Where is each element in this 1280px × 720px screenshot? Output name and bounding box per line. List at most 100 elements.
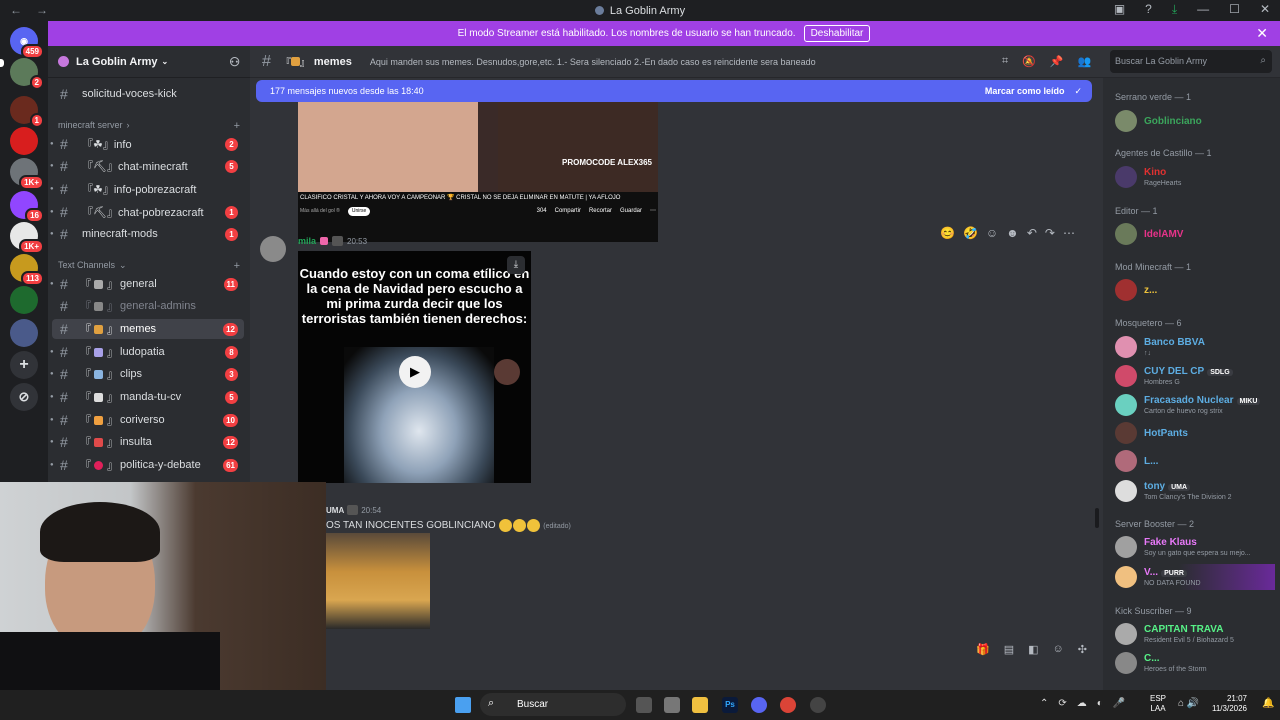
download-icon[interactable]: ⤓	[507, 256, 525, 274]
category-text-channels[interactable]: Text Channels ⌄ +	[58, 260, 240, 272]
discover-icon[interactable]: ⊘	[10, 383, 38, 411]
channel-chat-pobrezacraft[interactable]: ● # 『⛏』chat-pobrezacraft 1	[50, 202, 244, 222]
microphone-icon[interactable]: 🎤	[1113, 698, 1125, 709]
banner-close-icon[interactable]: ✕	[1256, 25, 1268, 42]
guild-icon-gray[interactable]: 1K+	[10, 158, 44, 190]
guild-icon-white[interactable]: 1K+	[10, 222, 44, 254]
start-icon[interactable]	[455, 697, 471, 713]
guild-icon-red[interactable]	[10, 127, 38, 155]
tray-app-icon[interactable]: ⟳	[1058, 698, 1066, 709]
invite-icon[interactable]: ⚇	[229, 55, 240, 69]
member-item[interactable]: L...	[1115, 448, 1275, 474]
guild-icon-twitch[interactable]: 16	[10, 191, 44, 223]
guild-icon-valle[interactable]: 1	[10, 96, 44, 128]
minimize-icon[interactable]: —	[1197, 2, 1209, 17]
image-attachment[interactable]	[326, 533, 430, 629]
disable-button[interactable]: Deshabilitar	[803, 25, 871, 42]
notifications-icon[interactable]: 🔔	[1262, 698, 1274, 709]
chevron-up-icon[interactable]: ⌃	[1040, 698, 1048, 709]
maximize-icon[interactable]: ☐	[1229, 2, 1240, 17]
member-item[interactable]: V... PURR NO DATA FOUND	[1115, 564, 1275, 590]
task-view-icon[interactable]	[636, 697, 652, 713]
guild-icon-goblin[interactable]: 2	[10, 58, 44, 90]
author-tag[interactable]: UMA	[326, 506, 344, 515]
channel-manda-tu-cv[interactable]: ● # 『』 manda-tu-cv 5	[50, 387, 244, 407]
member-item[interactable]: CAPITAN TRAVA Resident Evil 5 / Biohazard…	[1115, 621, 1275, 647]
member-item[interactable]: C... Heroes of the Storm	[1115, 650, 1275, 676]
channel-general-admins[interactable]: # 『』 general-admins	[52, 296, 244, 316]
taskbar-search[interactable]: ⌕ Buscar	[480, 693, 626, 716]
add-reaction-icon[interactable]: ☻	[1006, 226, 1019, 240]
tray-app-icon[interactable]: ☁	[1077, 698, 1087, 709]
apps-icon[interactable]: ✣	[1078, 643, 1087, 656]
back-arrow-icon[interactable]: ←	[10, 3, 22, 17]
new-messages-bar[interactable]: 177 mensajes nuevos desde las 18:40 Marc…	[256, 80, 1092, 102]
channel-general[interactable]: ● # 『』 general 11	[50, 274, 244, 294]
channel-memes[interactable]: # 『』 memes 12	[52, 319, 244, 339]
chrome-icon[interactable]	[780, 697, 796, 713]
play-icon[interactable]: ▶	[399, 356, 431, 388]
reaction-emoji-icon[interactable]: 😊	[940, 226, 955, 240]
network-volume-icons[interactable]: ⌂ 🔊	[1178, 698, 1199, 709]
member-item[interactable]: IdelAMV	[1115, 221, 1275, 247]
channel-coriverso[interactable]: ● # 『』 coriverso 10	[50, 410, 244, 430]
notifications-muted-icon[interactable]: 🔕	[1022, 55, 1036, 68]
download-icon[interactable]: ⤓	[1172, 2, 1177, 17]
member-item[interactable]: z...	[1115, 277, 1275, 303]
clock[interactable]: 21:07 11/3/2026	[1212, 694, 1247, 714]
add-channel-icon[interactable]: +	[234, 120, 240, 132]
channel-topic[interactable]: Aqui manden sus memes. Desnudos,gore,etc…	[370, 57, 816, 67]
channel-politica-y-debate[interactable]: ● # 『』 politica-y-debate 61	[50, 455, 244, 475]
reaction-custom-icon[interactable]: ☺	[986, 226, 998, 240]
photoshop-icon[interactable]: Ps	[722, 697, 738, 713]
gif-icon[interactable]: ▤	[1004, 643, 1014, 656]
channel-clips[interactable]: ● # 『』 clips 3	[50, 364, 244, 384]
video-attachment[interactable]: Cuando estoy con un coma etílico en la c…	[298, 251, 531, 483]
mark-as-read-button[interactable]: Marcar como leído	[985, 86, 1065, 96]
youtube-embed-image[interactable]: PROMOCODE ALEX365 CLASIFICO CRISTAL Y AH…	[298, 102, 658, 242]
forward-arrow-icon[interactable]: →	[36, 3, 48, 17]
emoji-picker-icon[interactable]: ☺	[1053, 643, 1064, 656]
sticker-icon[interactable]: ◧	[1028, 643, 1038, 656]
member-item[interactable]: Goblinciano	[1115, 108, 1275, 134]
search-input[interactable]: Buscar La Goblin Army ⌕	[1110, 50, 1272, 73]
gift-icon[interactable]: 🎁	[976, 643, 990, 656]
app-icon-2[interactable]	[810, 697, 826, 713]
author-name[interactable]: mila	[298, 236, 316, 246]
reaction-laugh-icon[interactable]: 🤣	[963, 226, 978, 240]
help-icon[interactable]: ?	[1145, 2, 1152, 17]
more-options-icon[interactable]: ⋯	[1063, 226, 1075, 240]
discord-home-icon[interactable]: ◉ 459	[10, 27, 44, 59]
guild-icon-blue[interactable]	[10, 319, 38, 347]
channel-info-pobrezacraft[interactable]: ● # 『☘』info-pobrezacraft	[50, 179, 244, 199]
discord-taskbar-icon[interactable]	[751, 697, 767, 713]
close-icon[interactable]: ✕	[1260, 2, 1270, 17]
add-server-icon[interactable]: +	[10, 351, 38, 379]
tray-app-icon[interactable]: ◐	[1097, 698, 1103, 709]
message-input[interactable]: 🎁 ▤ ◧ ☺ ✣	[250, 637, 1103, 662]
guild-icon-face[interactable]: 113	[10, 254, 44, 286]
member-item[interactable]: Banco BBVA ↑↓	[1115, 334, 1275, 360]
file-explorer-icon[interactable]	[692, 697, 708, 713]
member-item[interactable]: HotPants	[1115, 420, 1275, 446]
threads-icon[interactable]: ⌗	[1002, 55, 1008, 68]
app-icon[interactable]	[664, 697, 680, 713]
language-indicator[interactable]: ESP LAA	[1150, 694, 1166, 714]
reply-icon[interactable]: ↶	[1027, 226, 1037, 240]
guild-icon-green[interactable]	[10, 286, 38, 314]
channel-chat-minecraft[interactable]: ● # 『⛏』chat-minecraft 5	[50, 156, 244, 176]
channel-ludopatia[interactable]: ● # 『』 ludopatia 8	[50, 342, 244, 362]
inbox-icon[interactable]: ▣	[1114, 2, 1125, 17]
add-channel-icon[interactable]: +	[234, 260, 240, 272]
channel-solicitud-voces-kick[interactable]: # solicitud-voces-kick	[52, 84, 244, 104]
scrollbar[interactable]	[1095, 508, 1099, 528]
avatar[interactable]	[260, 236, 286, 262]
pin-icon[interactable]: 📌	[1050, 55, 1064, 68]
channel-info[interactable]: ● # 『☘』info 2	[50, 134, 244, 154]
member-item[interactable]: Kino RageHearts	[1115, 164, 1275, 190]
member-item[interactable]: tony UMA Tom Clancy's The Division 2	[1115, 478, 1275, 504]
member-item[interactable]: Fake Klaus Soy un gato que espera su mejo…	[1115, 534, 1275, 560]
category-minecraft-server[interactable]: minecraft server › +	[58, 120, 240, 132]
member-item[interactable]: CUY DEL CP SDLG Hombres G	[1115, 363, 1275, 389]
member-item[interactable]: Fracasado Nuclear MIKU Carton de huevo rog…	[1115, 392, 1275, 418]
